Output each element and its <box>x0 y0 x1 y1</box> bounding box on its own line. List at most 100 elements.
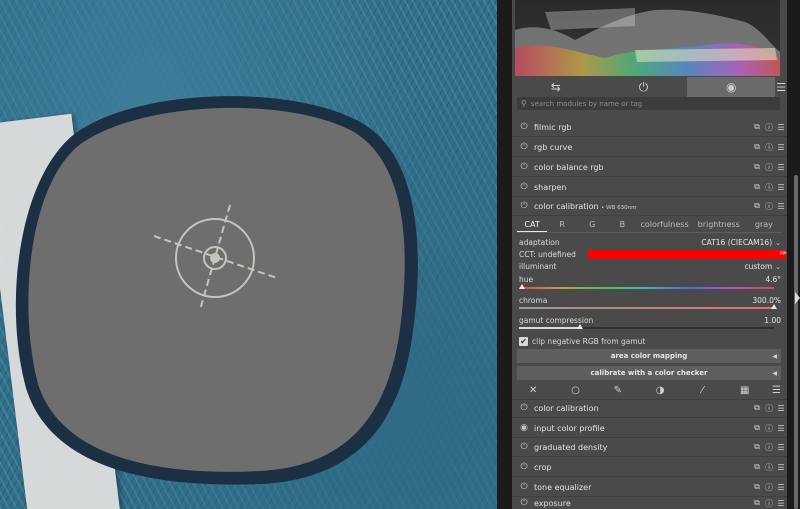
gamut-compression-slider[interactable] <box>519 327 774 329</box>
parametric-mask-icon[interactable]: ◑ <box>639 385 681 396</box>
module-graduated-density[interactable]: ⏻ graduated density ⧉ ⓘ ☰ <box>512 438 787 457</box>
module-search[interactable]: ⚲ <box>517 97 780 110</box>
reset-icon[interactable]: ⓘ <box>763 423 775 434</box>
tab-r[interactable]: R <box>547 218 577 232</box>
reset-icon[interactable]: ⓘ <box>763 142 775 153</box>
presets-icon[interactable]: ⧉ <box>751 201 763 211</box>
tab-colorfulness[interactable]: colorfulness <box>637 218 691 232</box>
reset-icon[interactable]: ⓘ <box>763 442 775 453</box>
menu-icon[interactable]: ☰ <box>775 183 787 192</box>
menu-icon[interactable]: ☰ <box>775 443 787 452</box>
search-input[interactable] <box>530 99 761 108</box>
power-icon[interactable]: ⏻ <box>517 162 531 172</box>
checkbox-checked-icon[interactable]: ✔ <box>519 337 528 346</box>
presets-icon[interactable]: ⧉ <box>751 423 763 433</box>
module-color-calibration[interactable]: ⏻ color calibration ⧉ ⓘ ☰ <box>512 399 787 418</box>
illuminant-row[interactable]: illuminant custom ⌄ <box>519 261 781 272</box>
panel-collapse-arrow-icon[interactable] <box>795 292 800 304</box>
cct-color-swatch[interactable] <box>588 250 786 259</box>
hue-row[interactable]: hue 4.6° <box>519 274 781 285</box>
tab-g[interactable]: G <box>577 218 607 232</box>
hue-value: 4.6° <box>765 275 781 284</box>
module-label: crop <box>534 462 552 472</box>
histogram[interactable] <box>515 0 780 76</box>
menu-icon[interactable]: ☰ <box>775 499 787 508</box>
menu-icon[interactable]: ☰ <box>775 463 787 472</box>
power-icon[interactable]: ⏻ <box>517 142 531 152</box>
tab-gray[interactable]: gray <box>746 218 782 232</box>
selection-handle-top[interactable] <box>0 225 3 231</box>
brush-icon[interactable]: ✎ <box>597 385 639 396</box>
tab-cat[interactable]: CAT <box>517 218 548 232</box>
gamut-compression-label: gamut compression <box>519 316 594 325</box>
clip-negative-row[interactable]: ✔ clip negative RGB from gamut <box>519 337 645 346</box>
presets-icon[interactable]: ⧉ <box>751 403 763 413</box>
group-tab-base[interactable]: ◉ <box>687 77 776 97</box>
module-color-calibration-expanded[interactable]: ⏻ color calibration • WB 630nm ⧉ ⓘ ☰ <box>512 197 787 216</box>
menu-icon[interactable]: ☰ <box>775 424 787 433</box>
reset-icon[interactable]: ⓘ <box>763 498 775 509</box>
menu-icon[interactable]: ☰ <box>766 385 787 396</box>
reset-icon[interactable]: ⓘ <box>763 462 775 473</box>
module-color-balance-rgb[interactable]: ⏻ color balance rgb ⧉ ⓘ ☰ <box>512 158 787 177</box>
calibrate-color-checker-section[interactable]: calibrate with a color checker ◀ <box>517 366 781 380</box>
menu-icon[interactable]: ☰ <box>775 143 787 152</box>
reset-icon[interactable]: ⓘ <box>763 182 775 193</box>
menu-icon[interactable]: ☰ <box>775 123 787 132</box>
reset-icon[interactable]: ⓘ <box>763 403 775 414</box>
presets-icon[interactable]: ⧉ <box>751 482 763 492</box>
menu-icon[interactable]: ☰ <box>775 404 787 413</box>
drawn-parametric-icon[interactable]: ⁄ <box>681 385 723 396</box>
menu-icon[interactable]: ☰ <box>775 483 787 492</box>
gamut-compression-thumb[interactable] <box>577 324 584 329</box>
presets-icon[interactable]: ⧉ <box>751 182 763 192</box>
raster-mask-icon[interactable]: ▦ <box>724 385 766 396</box>
power-icon[interactable]: ⏻ <box>517 122 531 132</box>
selection-handle-bottom[interactable] <box>0 258 3 264</box>
circle-mask-icon[interactable]: ○ <box>554 385 596 396</box>
image-canvas[interactable] <box>0 0 497 509</box>
chroma-slider-thumb[interactable] <box>771 304 777 309</box>
reset-icon[interactable]: ⓘ <box>763 162 775 173</box>
groups-menu-button[interactable]: ☰ <box>775 77 787 97</box>
presets-icon[interactable]: ⧉ <box>751 142 763 152</box>
close-icon[interactable]: ✕ <box>512 385 554 396</box>
reset-icon[interactable]: ⓘ <box>763 482 775 493</box>
power-icon[interactable]: ⏻ <box>517 482 531 492</box>
presets-icon[interactable]: ⧉ <box>751 462 763 472</box>
power-icon[interactable]: ⏻ <box>517 403 531 413</box>
color-picker-icon[interactable]: ✑ <box>779 249 787 259</box>
power-icon[interactable]: ⏻ <box>517 182 531 192</box>
power-icon[interactable]: ⏻ <box>517 201 531 211</box>
chroma-slider[interactable] <box>519 307 774 309</box>
area-color-mapping-section[interactable]: area color mapping ◀ <box>517 349 781 363</box>
module-filmic-rgb[interactable]: ⏻ filmic rgb ⧉ ⓘ ☰ <box>512 118 787 137</box>
presets-icon[interactable]: ⧉ <box>751 162 763 172</box>
power-icon[interactable]: ⏻ <box>517 462 531 472</box>
module-crop[interactable]: ⏻ crop ⧉ ⓘ ☰ <box>512 458 787 477</box>
presets-icon[interactable]: ⧉ <box>751 122 763 132</box>
group-tab-active-modules[interactable]: ⏻ <box>600 77 688 97</box>
menu-icon[interactable]: ☰ <box>775 163 787 172</box>
module-exposure[interactable]: ⏻ exposure ⧉ ⓘ ☰ <box>512 497 787 509</box>
gamut-compression-row[interactable]: gamut compression 1.00 <box>519 315 781 326</box>
chroma-row[interactable]: chroma 300.0% <box>519 295 781 306</box>
presets-icon[interactable]: ⧉ <box>751 498 763 508</box>
reset-icon[interactable]: ⓘ <box>763 201 775 212</box>
tab-brightness[interactable]: brightness <box>692 218 746 232</box>
module-tone-equalizer[interactable]: ⏻ tone equalizer ⧉ ⓘ ☰ <box>512 478 787 497</box>
hue-slider[interactable] <box>519 287 774 289</box>
power-icon[interactable]: ⏻ <box>517 498 531 508</box>
module-sharpen[interactable]: ⏻ sharpen ⧉ ⓘ ☰ <box>512 178 787 197</box>
tab-b[interactable]: B <box>607 218 637 232</box>
adaptation-row[interactable]: adaptation CAT16 (CIECAM16) ⌄ <box>519 237 781 248</box>
module-rgb-curve[interactable]: ⏻ rgb curve ⧉ ⓘ ☰ <box>512 138 787 157</box>
menu-icon[interactable]: ☰ <box>775 202 787 211</box>
presets-icon[interactable]: ⧉ <box>751 442 763 452</box>
group-tab-quick-access[interactable]: ⇆ <box>512 77 600 97</box>
panel-scrollbar[interactable] <box>794 175 798 509</box>
reset-icon[interactable]: ⓘ <box>763 122 775 133</box>
power-icon[interactable]: ⏻ <box>517 442 531 452</box>
hue-slider-thumb[interactable] <box>519 284 526 289</box>
module-input-color-profile[interactable]: ◉ input color profile ⧉ ⓘ ☰ <box>512 419 787 438</box>
